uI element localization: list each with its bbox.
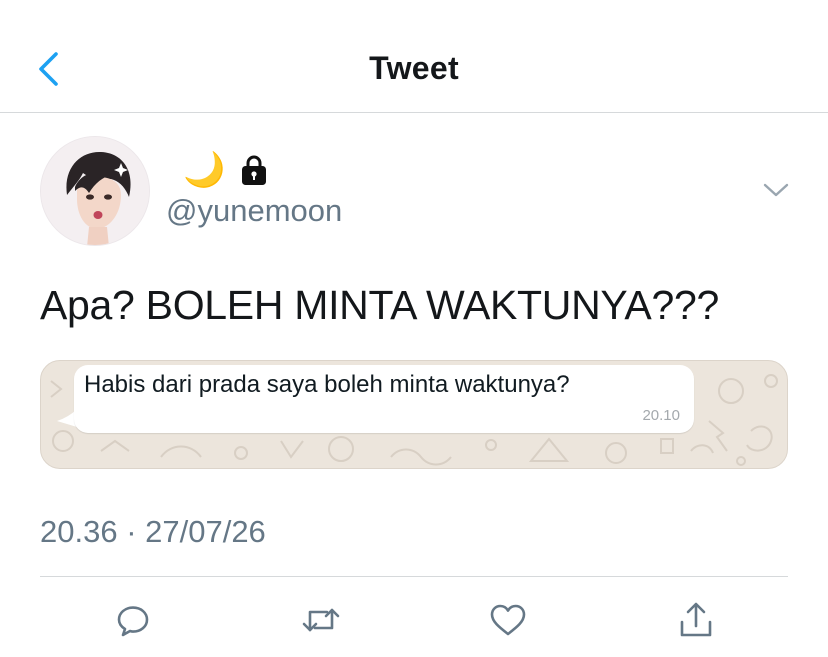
divider [40,576,788,577]
reply-icon [117,606,149,637]
retweet-button[interactable] [301,600,341,640]
like-button[interactable] [488,600,528,640]
share-icon [680,602,712,637]
page-title: Tweet [369,50,459,86]
retweet-icon [302,608,340,632]
heart-icon [490,604,526,636]
avatar[interactable] [40,136,150,246]
tweet-detail-screen: Tweet 🌙 @yunemoon Apa? BOLEH MINTA WAKTU… [0,0,828,657]
user-handle[interactable]: @yunemoon [166,193,342,229]
lock-icon [242,155,267,185]
chat-message-time: 20.10 [642,407,680,424]
tweet-timestamp: 20.36 · 27/07/26 [40,514,266,549]
display-name-row[interactable]: 🌙 [183,150,269,190]
top-navigation-bar: Tweet [0,0,828,113]
avatar-image [41,137,149,245]
reply-button[interactable] [113,600,153,640]
tweet-text: Apa? BOLEH MINTA WAKTUNYA??? [40,282,719,328]
chevron-down-icon [763,183,789,197]
tweet-menu-button[interactable] [760,178,792,202]
share-button[interactable] [676,600,716,640]
chat-message-text: Habis dari prada saya boleh minta waktun… [84,371,570,398]
chat-message-bubble: Habis dari prada saya boleh minta waktun… [74,365,694,433]
tweet-media-image[interactable]: Habis dari prada saya boleh minta waktun… [40,360,788,469]
display-name-moon: 🌙 [183,151,226,189]
